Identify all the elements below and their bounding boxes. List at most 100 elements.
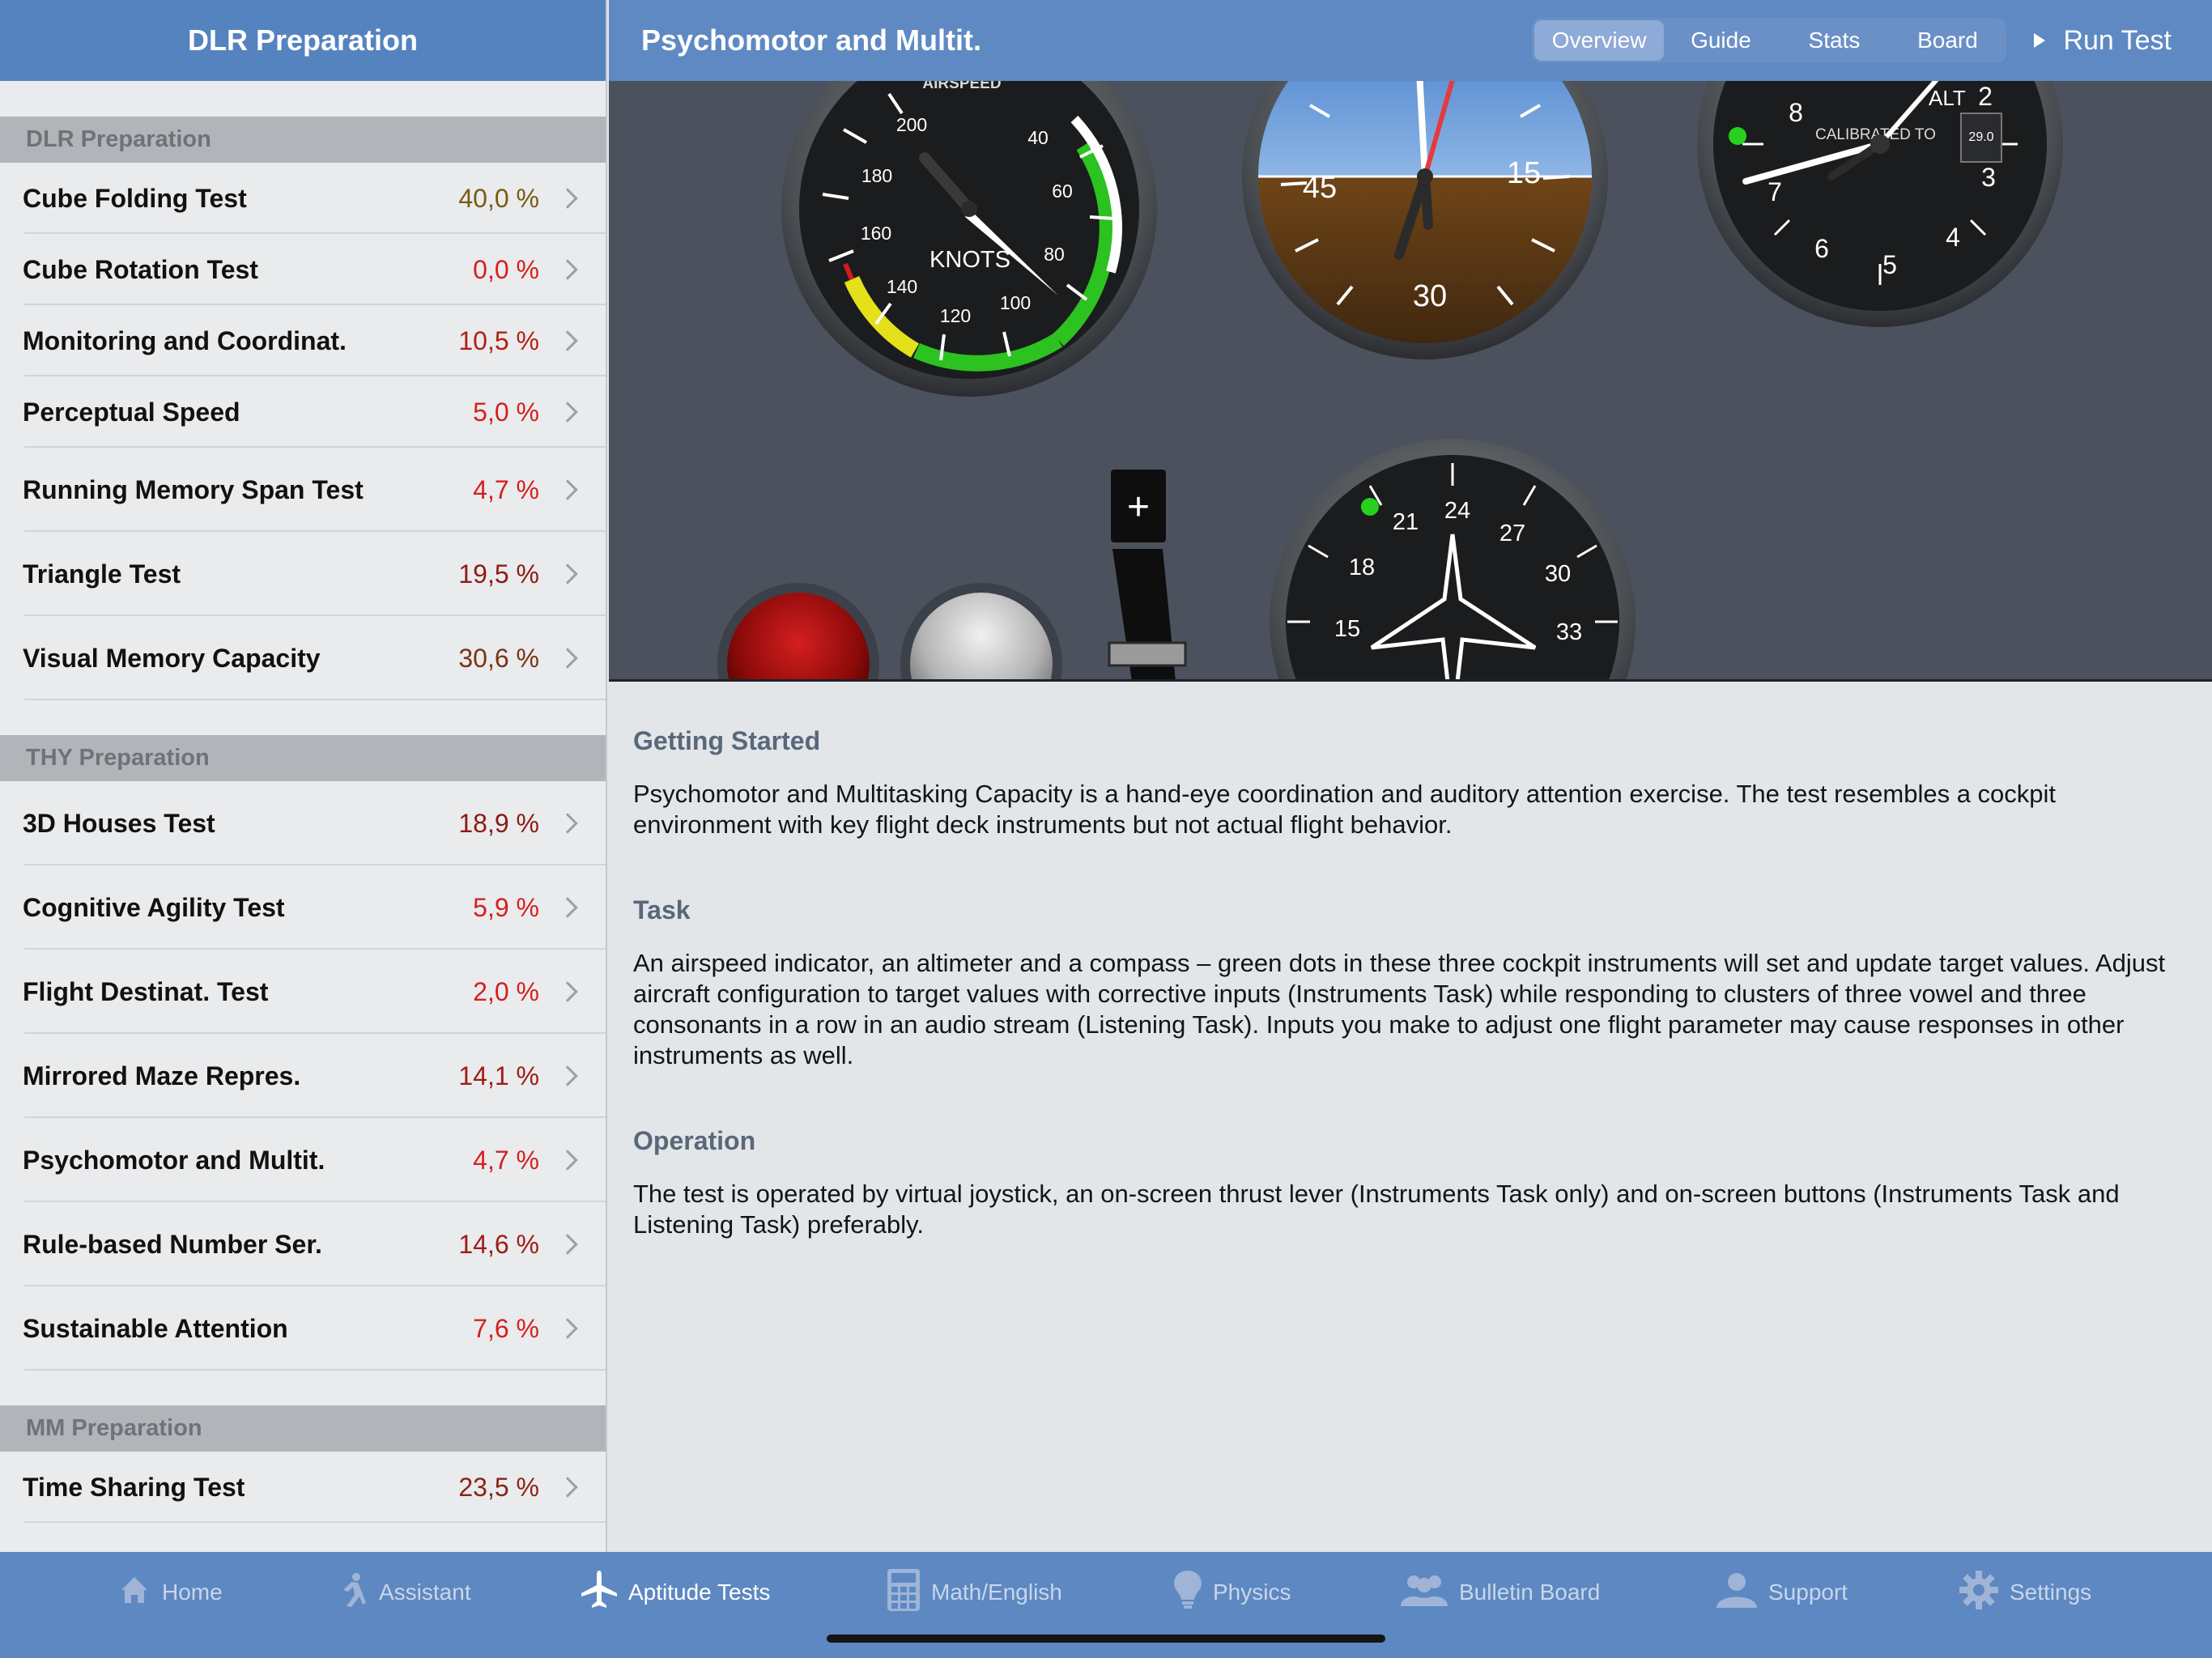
tab-label: Math/English [931,1579,1062,1605]
item-score: 23,5 % [458,1472,539,1502]
chevron-right-icon [557,330,578,351]
tab-bulletin-board[interactable]: Bulletin Board [1401,1552,1600,1633]
section-heading: Operation [633,1126,756,1155]
sidebar-item-3d-houses[interactable]: 3D Houses Test 18,9 % [0,781,606,865]
grey-button[interactable] [900,583,1062,682]
svg-text:45: 45 [1303,171,1337,205]
tab-label: Aptitude Tests [628,1579,771,1605]
tab-assistant[interactable]: Assistant [335,1552,471,1633]
attitude-indicator: 45 15 30 [1242,81,1608,359]
sidebar-item-time-sharing[interactable]: Time Sharing Test 23,5 % [0,1452,606,1523]
tab-settings[interactable]: Settings [1959,1552,2091,1633]
item-score: 14,1 % [458,1061,539,1090]
sidebar-item-triangle[interactable]: Triangle Test 19,5 % [0,532,606,616]
svg-text:5: 5 [1882,250,1897,279]
airplane-icon [581,1570,617,1615]
alt-label: ALT [1929,86,1966,110]
tab-board[interactable]: Board [1891,20,2004,61]
tab-math-english[interactable]: Math/English [887,1552,1062,1633]
tab-guide[interactable]: Guide [1664,20,1777,61]
svg-text:15: 15 [1334,616,1360,642]
people-icon [1401,1574,1448,1612]
tab-label: Support [1768,1579,1848,1605]
chevron-right-icon [557,188,578,209]
sidebar-item-running-memory[interactable]: Running Memory Span Test 4,7 % [0,448,606,532]
item-score: 4,7 % [473,474,539,504]
airspeed-label: AIRSPEED [922,81,1001,92]
sidebar-item-cube-folding[interactable]: Cube Folding Test 40,0 % [0,163,606,234]
tab-label: Home [162,1579,223,1605]
item-label: Triangle Test [23,559,181,589]
lightbulb-icon [1174,1570,1202,1615]
calculator-icon [887,1568,920,1617]
chevron-right-icon [557,1318,578,1339]
chevron-right-icon [557,259,578,280]
chevron-right-icon [557,648,578,669]
section-body: The test is operated by virtual joystick… [633,1180,2120,1239]
item-score: 2,0 % [473,976,539,1006]
section-mm: MM Preparation Time Sharing Test 23,5 % [0,1405,606,1523]
sidebar-item-sustainable-attention[interactable]: Sustainable Attention 7,6 % [0,1286,606,1371]
chevron-right-icon [557,981,578,1002]
sidebar-item-flight-destination[interactable]: Flight Destinat. Test 2,0 % [0,950,606,1034]
svg-text:30: 30 [1413,279,1447,313]
svg-text:27: 27 [1499,521,1525,546]
tab-aptitude-tests[interactable]: Aptitude Tests [581,1552,770,1633]
item-score: 30,6 % [458,643,539,673]
sidebar-item-perceptual-speed[interactable]: Perceptual Speed 5,0 % [0,376,606,448]
sidebar: DLR Preparation DLR Preparation Cube Fol… [0,0,607,1552]
section-header: MM Preparation [0,1405,606,1452]
svg-text:140: 140 [887,276,917,297]
svg-text:4: 4 [1946,223,1960,252]
item-label: Cube Folding Test [23,183,247,213]
thrust-lever[interactable]: + [1108,470,1187,682]
item-score: 4,7 % [473,1145,539,1175]
sidebar-item-monitoring[interactable]: Monitoring and Coordinat. 10,5 % [0,305,606,376]
svg-text:3: 3 [1981,163,1996,192]
svg-text:24: 24 [1444,498,1470,524]
tab-physics[interactable]: Physics [1174,1552,1291,1633]
chevron-right-icon [557,1477,578,1498]
sidebar-item-visual-memory[interactable]: Visual Memory Capacity 30,6 % [0,616,606,700]
run-test-button[interactable]: Run Test [2034,25,2172,57]
svg-text:8: 8 [1789,98,1803,127]
overview-content: Getting Started Psychomotor and Multitas… [609,684,2212,1550]
item-label: 3D Houses Test [23,808,215,838]
item-label: Cognitive Agility Test [23,892,285,922]
svg-text:33: 33 [1556,619,1582,645]
red-button[interactable] [717,583,879,682]
run-test-label: Run Test [2063,24,2172,56]
item-score: 5,0 % [473,397,539,427]
navigation-bar: Psychomotor and Multit. Overview Guide S… [609,0,2212,81]
tab-stats[interactable]: Stats [1777,20,1891,61]
chevron-right-icon [557,563,578,585]
home-indicator [827,1635,1385,1643]
section-dlr: DLR Preparation Cube Folding Test 40,0 %… [0,117,606,700]
item-label: Monitoring and Coordinat. [23,325,347,355]
chevron-right-icon [557,1150,578,1171]
sidebar-item-cube-rotation[interactable]: Cube Rotation Test 0,0 % [0,234,606,305]
chevron-right-icon [557,897,578,918]
svg-text:180: 180 [861,165,892,186]
section-header: DLR Preparation [0,117,606,163]
section-thy: THY Preparation 3D Houses Test 18,9 % Co… [0,735,606,1371]
sidebar-item-mirrored-maze[interactable]: Mirrored Maze Repres. 14,1 % [0,1034,606,1118]
sidebar-item-cognitive-agility[interactable]: Cognitive Agility Test 5,9 % [0,865,606,950]
tab-support[interactable]: Support [1716,1552,1848,1633]
svg-text:60: 60 [1052,181,1073,202]
sidebar-item-rule-based-number[interactable]: Rule-based Number Ser. 14,6 % [0,1202,606,1286]
item-label: Psychomotor and Multit. [23,1145,325,1175]
altimeter: 8 2 7 3 6 5 4 ALT CALIBRATED TO 29.0 [1697,81,2063,327]
tab-home[interactable]: Home [118,1552,223,1633]
tab-overview[interactable]: Overview [1534,20,1665,61]
svg-text:120: 120 [940,305,971,326]
chevron-right-icon [557,813,578,834]
item-label: Cube Rotation Test [23,254,258,284]
item-score: 18,9 % [458,808,539,838]
tab-label: Bulletin Board [1459,1579,1601,1605]
sidebar-item-psychomotor[interactable]: Psychomotor and Multit. 4,7 % [0,1118,606,1202]
svg-text:160: 160 [861,223,891,244]
segmented-control: Overview Guide Stats Board [1531,18,2007,63]
section-heading: Getting Started [633,726,821,755]
svg-text:80: 80 [1044,244,1065,265]
